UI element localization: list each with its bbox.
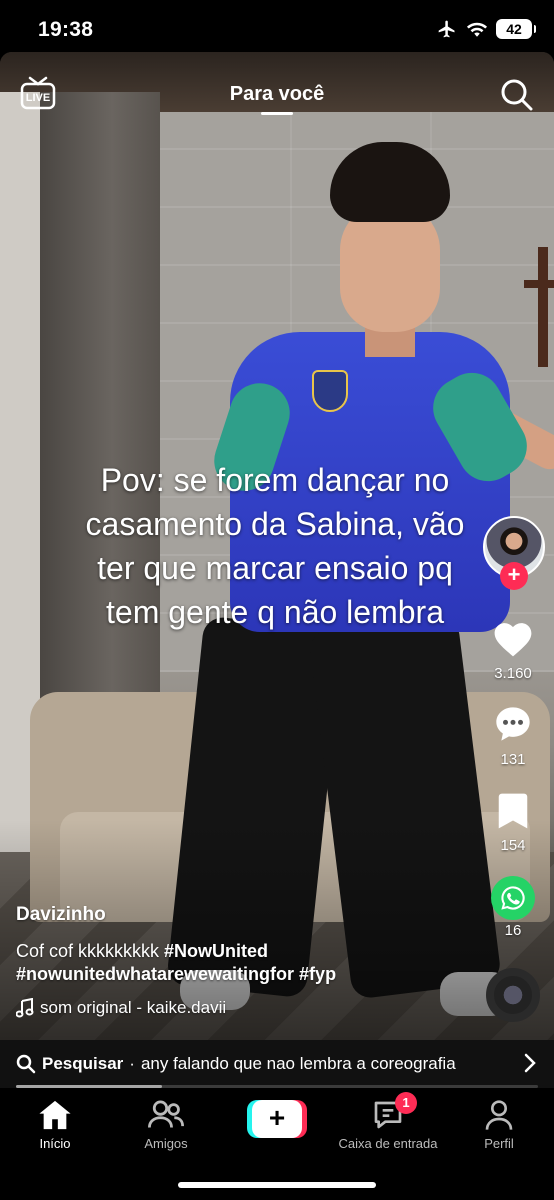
post-info: Davizinho Cof cof kkkkkkkkk #NowUnited #… bbox=[16, 904, 476, 1018]
battery-icon: 42 bbox=[496, 19, 536, 39]
bookmark-icon bbox=[498, 793, 528, 829]
video-progress-fill bbox=[16, 1085, 163, 1088]
sound-link[interactable]: som original - kaike.davii bbox=[16, 998, 476, 1018]
search-query: any falando que nao lembra a coreografia bbox=[140, 1054, 456, 1073]
tab-inicio[interactable]: Início bbox=[0, 1098, 110, 1151]
search-icon[interactable] bbox=[500, 78, 534, 112]
top-nav: LIVE Para você bbox=[0, 52, 554, 132]
shirt-crest bbox=[312, 370, 348, 412]
tab-para-voce[interactable]: Para você bbox=[0, 83, 554, 106]
like-button[interactable]: 3.160 bbox=[486, 618, 540, 682]
tab-label: Caixa de entrada bbox=[338, 1136, 438, 1151]
tab-perfil[interactable]: Perfil bbox=[444, 1098, 554, 1151]
tab-underline bbox=[261, 112, 293, 115]
search-label: Pesquisar bbox=[42, 1054, 124, 1073]
video-caption: Pov: se forem dançar no casamento da Sab… bbox=[85, 462, 465, 630]
plus-icon: + bbox=[252, 1100, 302, 1138]
search-separator: · bbox=[129, 1054, 135, 1073]
comment-count: 131 bbox=[500, 751, 526, 768]
scene-cross bbox=[538, 247, 548, 367]
status-time: 19:38 bbox=[38, 18, 94, 41]
create-button[interactable]: + bbox=[247, 1100, 307, 1138]
wifi-icon bbox=[466, 22, 488, 37]
share-count: 16 bbox=[504, 922, 522, 939]
related-search-content: Pesquisar · any falando que nao lembra a… bbox=[16, 1054, 456, 1074]
save-button[interactable]: 154 bbox=[486, 792, 540, 854]
tab-label: Início bbox=[39, 1136, 71, 1151]
friends-icon bbox=[148, 1100, 184, 1128]
related-search-bar[interactable]: Pesquisar · any falando que nao lembra a… bbox=[0, 1040, 554, 1088]
music-note-icon bbox=[16, 998, 34, 1018]
heart-icon bbox=[494, 623, 532, 657]
home-icon bbox=[39, 1100, 71, 1130]
tab-amigos[interactable]: Amigos bbox=[111, 1098, 221, 1151]
tab-label: Perfil bbox=[484, 1136, 514, 1151]
whatsapp-icon bbox=[491, 876, 535, 920]
status-icons: 42 bbox=[436, 19, 536, 39]
save-count: 154 bbox=[500, 837, 526, 854]
comment-button[interactable]: 131 bbox=[486, 704, 540, 768]
inbox-badge: 1 bbox=[395, 1092, 417, 1114]
description-text: Cof cof kkkkkkkkk bbox=[16, 941, 160, 961]
comment-icon bbox=[496, 707, 530, 741]
home-indicator bbox=[178, 1182, 376, 1188]
hashtag-link[interactable]: #fyp bbox=[299, 964, 336, 984]
post-description: Cof cof kkkkkkkkk #NowUnited #nowunitedw… bbox=[16, 940, 476, 986]
tab-label: Amigos bbox=[144, 1136, 188, 1151]
hashtag-link[interactable]: #nowunitedwhatarewewaitingfor bbox=[16, 964, 294, 984]
follow-plus-icon[interactable]: + bbox=[500, 562, 528, 590]
scene-cross-bar bbox=[524, 280, 554, 288]
status-bar: 19:38 42 bbox=[0, 0, 554, 52]
search-icon bbox=[16, 1054, 36, 1074]
video-progress[interactable] bbox=[16, 1085, 538, 1088]
share-button[interactable]: 16 bbox=[486, 876, 540, 939]
music-disc-icon[interactable] bbox=[486, 968, 540, 1022]
tab-caixa-de-entrada[interactable]: Caixa de entrada bbox=[333, 1098, 443, 1151]
creator-username[interactable]: Davizinho bbox=[16, 904, 476, 926]
profile-icon bbox=[485, 1100, 513, 1130]
chevron-right-icon bbox=[524, 1053, 536, 1073]
sound-name: som original - kaike.davii bbox=[40, 998, 227, 1017]
like-count: 3.160 bbox=[494, 665, 532, 682]
airplane-icon bbox=[438, 20, 455, 38]
hashtag-link[interactable]: #NowUnited bbox=[164, 941, 268, 961]
